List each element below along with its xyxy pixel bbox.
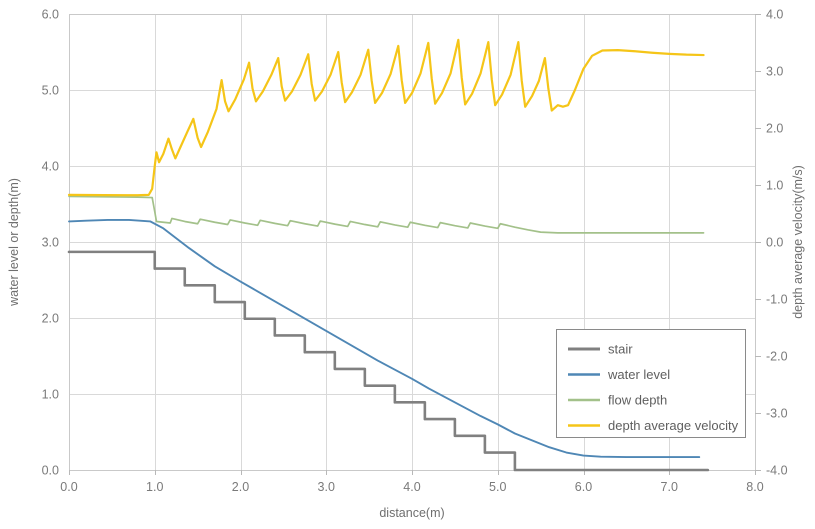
x-axis-title: distance(m) [379,506,444,520]
y-axis-tick-labels: 0.0 1.0 2.0 3.0 4.0 5.0 6.0 [42,8,59,478]
y2-tick-label: 4.0 [766,8,783,22]
y2-axis-tick-labels: -4.0 -3.0 -2.0 -1.0 0.0 1.0 2.0 3.0 4.0 [766,8,788,478]
y2-tick-label: 3.0 [766,65,783,79]
legend-label: water level [607,367,670,382]
x-tick-label: 4.0 [403,480,420,494]
x-tick-label: 0.0 [60,480,77,494]
y2-tick-label: 1.0 [766,179,783,193]
y-tick-label: 1.0 [42,388,59,402]
y2-tick-label: -1.0 [766,293,788,307]
x-tick-label: 6.0 [575,480,592,494]
legend-label: flow depth [608,393,667,408]
legend-label: stair [608,342,633,357]
x-tick-label: 8.0 [746,480,763,494]
x-tick-label: 1.0 [146,480,163,494]
y-axis-title: water level or depth(m) [7,178,21,307]
y2-tick-label: -2.0 [766,350,788,364]
x-tick-label: 7.0 [661,480,678,494]
y-tick-label: 0.0 [42,464,59,478]
y-tick-label: 3.0 [42,236,59,250]
y2-axis-title: depth average velocity(m/s) [791,165,805,319]
x-tick-label: 5.0 [489,480,506,494]
y-tick-label: 2.0 [42,312,59,326]
series-depth-average-velocity [67,38,705,197]
series-flow-depth [68,195,705,234]
x-tick-label: 3.0 [318,480,335,494]
y-tick-label: 4.0 [42,160,59,174]
x-axis-tick-labels: 0.0 1.0 2.0 3.0 4.0 5.0 6.0 7.0 8.0 [60,480,763,494]
legend-label: depth average velocity [608,418,739,433]
y2-tick-label: 0.0 [766,236,783,250]
y-tick-label: 5.0 [42,84,59,98]
x-tick-label: 2.0 [232,480,249,494]
chart-legend[interactable]: stair water level flow depth depth average … [556,329,746,438]
y2-tick-label: -3.0 [766,407,788,421]
chart-container: 0.0 1.0 2.0 3.0 4.0 5.0 6.0 -4.0 -3.0 -2.0 -1.0 0.… [0,0,815,529]
chart-svg: 0.0 1.0 2.0 3.0 4.0 5.0 6.0 -4.0 -3.0 -2.0 -1.0 0.… [7,8,805,521]
y-tick-label: 6.0 [42,8,59,22]
y2-tick-label: -4.0 [766,464,788,478]
y2-tick-label: 2.0 [766,122,783,136]
